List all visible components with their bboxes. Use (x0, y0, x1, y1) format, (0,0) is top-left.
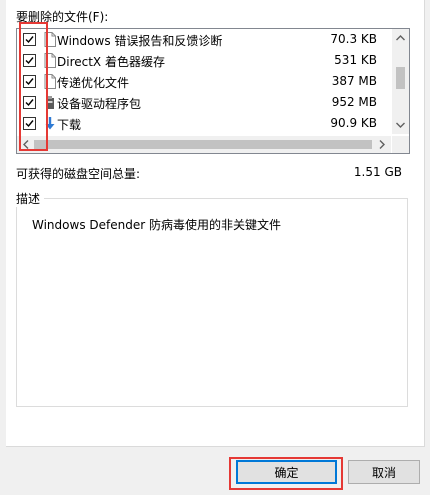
horizontal-scrollbar[interactable] (17, 136, 391, 153)
description-text: Windows Defender 防病毒使用的非关键文件 (32, 218, 281, 232)
file-name: 设备驱动程序包 (57, 97, 142, 111)
ok-button-highlight-box (229, 457, 343, 490)
vertical-scroll-thumb[interactable] (396, 67, 405, 89)
description-title: 描述 (12, 190, 45, 207)
files-list-rows: Windows 错误报告和反馈诊断 70.3 KB DirectX 着色器缓存 … (17, 29, 391, 134)
file-size: 952 MB (331, 95, 377, 109)
total-space-value: 1.51 GB (353, 165, 402, 179)
scrollbar-corner (392, 136, 409, 153)
file-size: 387 MB (331, 74, 377, 88)
list-item[interactable]: 下载 90.9 KB (17, 113, 391, 134)
file-name: Windows 错误报告和反馈诊断 (57, 34, 223, 48)
chevron-right-icon[interactable] (377, 139, 387, 150)
list-item[interactable]: DirectX 着色器缓存 531 KB (17, 50, 391, 71)
chevron-down-icon[interactable] (395, 120, 406, 130)
checkbox-highlight-box (19, 22, 48, 151)
file-name: 下载 (57, 118, 82, 132)
list-item[interactable]: 设备驱动程序包 952 MB (17, 92, 391, 113)
file-name: DirectX 着色器缓存 (57, 55, 165, 69)
file-name: 传递优化文件 (57, 76, 130, 90)
file-size: 531 KB (334, 53, 377, 67)
vertical-scrollbar[interactable] (392, 29, 409, 134)
total-space-label: 可获得的磁盘空间总量: (16, 167, 141, 181)
chevron-up-icon[interactable] (395, 33, 406, 43)
file-size: 90.9 KB (330, 116, 377, 130)
list-item[interactable]: Windows 错误报告和反馈诊断 70.3 KB (17, 29, 391, 50)
horizontal-scroll-thumb[interactable] (34, 140, 372, 149)
files-listbox[interactable]: Windows 错误报告和反馈诊断 70.3 KB DirectX 着色器缓存 … (16, 28, 410, 154)
cancel-button[interactable]: 取消 (348, 460, 420, 484)
file-size: 70.3 KB (330, 32, 377, 46)
list-item[interactable]: 传递优化文件 387 MB (17, 71, 391, 92)
